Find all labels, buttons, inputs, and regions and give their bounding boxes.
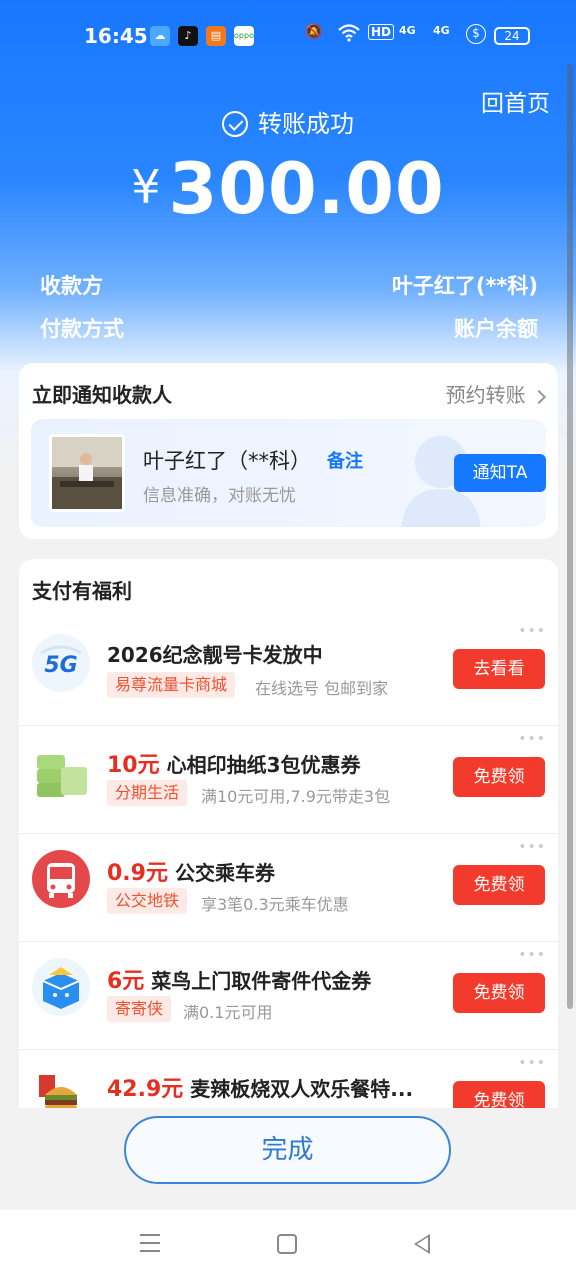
benefit-desc: 在线选号 包邮到家 — [255, 679, 389, 698]
status-bar: 16:45 ☁ ♪ ▤ oppo 🔕 HD 4G 4G $ 24 — [0, 0, 576, 72]
payment-method-row: 付款方式 账户余额 — [40, 313, 538, 343]
5g-icon: 5G — [32, 634, 90, 692]
notify-button[interactable]: 通知TA — [454, 454, 546, 492]
bus-icon — [32, 850, 90, 908]
benefit-tag: 分期生活 — [107, 780, 188, 806]
status-text: 转账成功 — [258, 110, 354, 138]
signal-icon: 4G — [399, 24, 416, 37]
back-triangle-icon[interactable] — [414, 1234, 430, 1254]
tissue-icon — [37, 755, 87, 797]
benefit-tag: 易尊流量卡商城 — [107, 672, 236, 698]
signal-icon: 4G — [433, 24, 450, 37]
payee-avatar — [49, 434, 125, 512]
more-icon[interactable]: ••• — [518, 731, 546, 747]
remark-link[interactable]: 备注 — [327, 447, 363, 473]
benefit-title: 6元 菜鸟上门取件寄件代金券 — [107, 969, 372, 994]
benefit-desc: 享3笔0.3元乘车优惠 — [201, 895, 349, 914]
benefit-tag: 公交地铁 — [107, 888, 188, 914]
home-square-icon[interactable] — [277, 1234, 297, 1254]
transfer-amount: ¥300.00 — [0, 148, 576, 230]
claim-button[interactable]: 免费领 — [453, 865, 545, 905]
more-icon[interactable]: ••• — [518, 1055, 546, 1071]
benefit-title: 42.9元 麦辣板烧双人欢乐餐特... — [107, 1077, 414, 1102]
menu-icon[interactable] — [140, 1234, 160, 1258]
benefit-item[interactable]: ••• 10元 心相印抽纸3包优惠券 分期生活 满10元可用,7.9元带走3包 … — [19, 727, 558, 834]
app-icon: ▤ — [206, 26, 226, 46]
benefits-title: 支付有福利 — [32, 579, 132, 603]
benefit-desc: 满10元可用,7.9元带走3包 — [201, 787, 391, 806]
more-icon[interactable]: ••• — [518, 947, 546, 963]
mute-icon: 🔕 — [305, 24, 323, 40]
tiktok-icon: ♪ — [178, 26, 198, 46]
benefit-item[interactable]: ••• 5G 2026纪念靓号卡发放中 易尊流量卡商城 在线选号 包邮到家 去看… — [19, 619, 558, 726]
more-icon[interactable]: ••• — [518, 623, 546, 639]
payee-value: 叶子红了(**科) — [391, 274, 538, 298]
claim-button[interactable]: 免费领 — [453, 757, 545, 797]
check-circle-icon — [222, 111, 248, 137]
payee-label: 收款方 — [40, 274, 103, 298]
claim-button[interactable]: 免费领 — [453, 973, 545, 1013]
chevron-right-icon — [531, 389, 547, 405]
benefit-title: 10元 心相印抽纸3包优惠券 — [107, 753, 361, 778]
shield-dollar-icon: $ — [466, 24, 486, 44]
cloud-app-icon: ☁ — [150, 26, 170, 46]
wifi-icon — [338, 24, 360, 46]
battery-icon: 24 — [494, 27, 530, 45]
payee-row: 收款方 叶子红了(**科) — [40, 270, 538, 300]
notify-payee-card: 立即通知收款人 预约转账 叶子红了（**科） 备注 信息准确，对账无忧 通知TA — [19, 363, 558, 539]
benefit-title: 2026纪念靓号卡发放中 — [107, 643, 323, 667]
payment-method-label: 付款方式 — [40, 317, 124, 341]
benefits-card: 支付有福利 ••• 5G 2026纪念靓号卡发放中 易尊流量卡商城 在线选号 包… — [19, 559, 558, 1119]
payment-method-value: 账户余额 — [454, 317, 538, 341]
status-time: 16:45 — [84, 24, 148, 48]
amount-value: 300.00 — [168, 148, 445, 230]
benefit-item[interactable]: ••• 6元 菜鸟上门取件寄件代金券 寄寄侠 满0.1元可用 免费领 — [19, 943, 558, 1050]
transfer-status: 转账成功 — [0, 104, 576, 139]
schedule-transfer-link[interactable]: 预约转账 — [446, 379, 547, 408]
svg-text:5G: 5G — [44, 653, 77, 678]
notify-card-title: 立即通知收款人 — [32, 383, 172, 407]
benefit-desc: 满0.1元可用 — [183, 1003, 273, 1022]
payee-subtitle: 信息准确，对账无忧 — [143, 486, 296, 506]
more-icon[interactable]: ••• — [518, 839, 546, 855]
parcel-icon — [32, 958, 90, 1016]
benefit-tag: 寄寄侠 — [107, 996, 172, 1022]
oppo-app-icon: oppo — [234, 26, 254, 46]
view-button[interactable]: 去看看 — [453, 649, 545, 689]
system-nav-bar — [0, 1210, 576, 1280]
payee-info-box: 叶子红了（**科） 备注 信息准确，对账无忧 通知TA — [31, 419, 546, 527]
done-button[interactable]: 完成 — [124, 1116, 451, 1184]
benefit-title: 0.9元 公交乘车券 — [107, 861, 275, 886]
hd-icon: HD — [368, 24, 395, 40]
benefit-item[interactable]: ••• 0.9元 公交乘车券 公交地铁 享3笔0.3元乘车优惠 免费领 — [19, 835, 558, 942]
payee-name: 叶子红了（**科） — [143, 449, 311, 473]
currency-symbol: ¥ — [131, 160, 161, 214]
